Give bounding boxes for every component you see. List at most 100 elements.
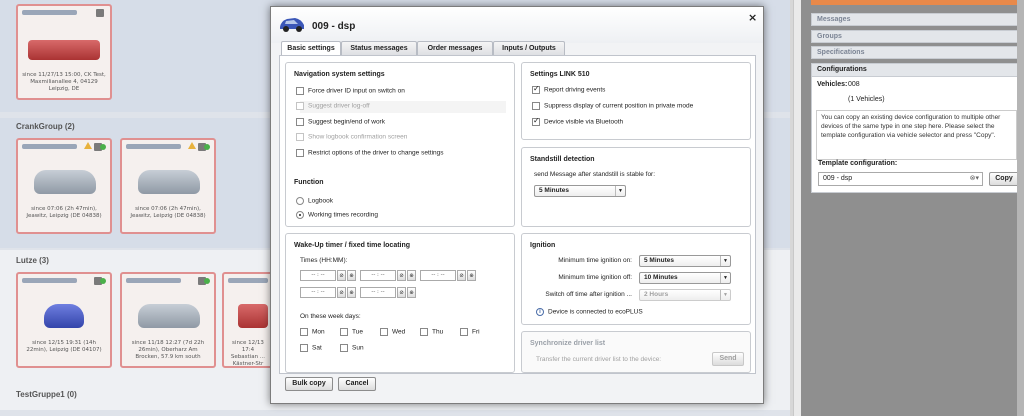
tab-status-messages[interactable]: Status messages: [341, 41, 417, 55]
vehicle-card[interactable]: since 12/13 17:4 Sebastian ... Kästner-S…: [222, 272, 274, 368]
day-option-thu[interactable]: Thu: [420, 328, 443, 336]
time-slot[interactable]: -- : -- ⊘ ⊕: [420, 270, 476, 281]
vehicles-count: (1 Vehicles): [848, 96, 885, 103]
logbook-radio[interactable]: [296, 197, 304, 205]
option-label: Suggest driver log-off: [308, 102, 370, 110]
day-option-sun[interactable]: Sun: [340, 344, 364, 352]
day-label: Sun: [352, 344, 364, 352]
vehicle-card[interactable]: since 07:06 (2h 47min), Jeawitz, Leipzig…: [16, 138, 112, 234]
clear-time-icon[interactable]: ⊘: [457, 270, 466, 281]
day-option-fri[interactable]: Fri: [460, 328, 480, 336]
clear-time-icon[interactable]: ⊘: [337, 270, 346, 281]
workspace-scrollbar[interactable]: [793, 0, 801, 416]
vehicle-status-text: since 12/13 17:4 Sebastian ... Kästner-S…: [230, 340, 266, 367]
day-option-sat[interactable]: Sat: [300, 344, 322, 352]
link-settings-title: Settings LINK 510: [530, 71, 590, 78]
switch-off-label: Switch off time after ignition ...: [545, 291, 632, 298]
accordion-groups[interactable]: Groups: [811, 30, 1021, 43]
day-checkbox[interactable]: [420, 328, 428, 336]
add-time-icon[interactable]: ⊕: [407, 270, 416, 281]
day-option-tue[interactable]: Tue: [340, 328, 363, 336]
time-input[interactable]: -- : --: [300, 287, 336, 298]
warning-icon: [84, 142, 92, 149]
function-working-times-option[interactable]: Working times recording: [296, 211, 378, 219]
sidebar-scrollbar[interactable]: [1017, 0, 1024, 416]
chevron-down-icon: ▼: [720, 290, 730, 300]
day-checkbox[interactable]: [300, 344, 308, 352]
sync-driver-list-panel: Synchronize driver list Transfer the cur…: [521, 331, 751, 373]
time-input[interactable]: -- : --: [360, 287, 396, 298]
report-driving-events-option[interactable]: Report driving events: [532, 84, 605, 94]
vehicle-name-bar: [22, 10, 77, 15]
bluetooth-visible-checkbox[interactable]: [532, 116, 540, 126]
truck-icon: [238, 304, 268, 328]
time-input[interactable]: -- : --: [420, 270, 456, 281]
vehicle-status-text: since 11/18 12:27 (7d 22h 26min), Oberha…: [131, 340, 205, 360]
vehicle-card[interactable]: since 11/18 12:27 (7d 22h 26min), Oberha…: [120, 272, 216, 368]
suppress-position-option[interactable]: Suppress display of current position in …: [532, 102, 693, 110]
restrict-driver-option[interactable]: Restrict options of the driver to change…: [296, 149, 444, 157]
group-label[interactable]: TestGruppe1 (0): [16, 390, 77, 399]
day-checkbox[interactable]: [340, 344, 348, 352]
clear-time-icon[interactable]: ⊘: [397, 287, 406, 298]
vehicle-card[interactable]: since 12/15 19:31 (14h 22min), Leipzig (…: [16, 272, 112, 368]
close-icon[interactable]: ×: [748, 11, 757, 24]
status-dot: [100, 278, 106, 284]
time-slot[interactable]: -- : -- ⊘ ⊕: [360, 270, 416, 281]
restrict-driver-checkbox[interactable]: [296, 149, 304, 157]
time-slot[interactable]: -- : -- ⊘ ⊕: [360, 287, 416, 298]
add-time-icon[interactable]: ⊕: [347, 287, 356, 298]
option-label: Device visible via Bluetooth: [544, 118, 624, 126]
chevron-down-icon: ▼: [615, 186, 625, 196]
cancel-button[interactable]: Cancel: [338, 377, 376, 391]
function-logbook-option[interactable]: Logbook: [296, 197, 333, 205]
force-driver-id-option[interactable]: Force driver ID input on switch on: [296, 87, 405, 95]
day-label: Fri: [472, 328, 480, 336]
tab-basic-settings[interactable]: Basic settings: [281, 41, 341, 56]
ignition-on-select[interactable]: 5 Minutes ▼: [639, 255, 731, 267]
car-icon: [280, 18, 304, 32]
group-label[interactable]: CrankGroup (2): [16, 122, 75, 131]
standstill-select[interactable]: 5 Minutes ▼: [534, 185, 626, 197]
suggest-log-off-checkbox: [296, 102, 304, 110]
group-label[interactable]: Lutze (3): [16, 256, 49, 265]
car-icon: [138, 170, 200, 194]
parking-icon: [96, 9, 104, 17]
bluetooth-visible-option[interactable]: Device visible via Bluetooth: [532, 116, 624, 126]
add-time-icon[interactable]: ⊕: [347, 270, 356, 281]
time-input[interactable]: -- : --: [300, 270, 336, 281]
tab-inputs-outputs[interactable]: Inputs / Outputs: [493, 41, 565, 55]
vehicles-label: Vehicles:: [817, 81, 848, 88]
add-time-icon[interactable]: ⊕: [407, 287, 416, 298]
force-driver-id-checkbox[interactable]: [296, 87, 304, 95]
bulk-copy-button[interactable]: Bulk copy: [285, 377, 333, 391]
working-times-radio[interactable]: [296, 211, 304, 219]
configurations-header[interactable]: Configurations: [812, 64, 1020, 77]
suggest-begin-end-checkbox[interactable]: [296, 118, 304, 126]
clear-time-icon[interactable]: ⊘: [397, 270, 406, 281]
tab-order-messages[interactable]: Order messages: [417, 41, 493, 55]
clear-time-icon[interactable]: ⊘: [337, 287, 346, 298]
copy-button[interactable]: Copy: [989, 172, 1019, 186]
day-checkbox[interactable]: [380, 328, 388, 336]
day-checkbox[interactable]: [340, 328, 348, 336]
logbook-confirmation-option: Show logbook confirmation screen: [296, 133, 407, 141]
day-checkbox[interactable]: [460, 328, 468, 336]
day-option-wed[interactable]: Wed: [380, 328, 405, 336]
time-slot[interactable]: -- : -- ⊘ ⊕: [300, 270, 356, 281]
vehicle-card[interactable]: since 11/27/13 15:00, CK Test, Maxmilian…: [16, 4, 112, 100]
suggest-begin-end-option[interactable]: Suggest begin/end of work: [296, 118, 385, 126]
car-icon: [34, 170, 96, 194]
accordion-messages[interactable]: Messages: [811, 13, 1021, 26]
template-config-select[interactable]: 009 - dsp ⊗▾: [818, 172, 983, 186]
time-slot[interactable]: -- : -- ⊘ ⊕: [300, 287, 356, 298]
accordion-specifications[interactable]: Specifications: [811, 46, 1021, 59]
time-input[interactable]: -- : --: [360, 270, 396, 281]
vehicle-card[interactable]: since 07:06 (2h 47min), Jeawitz, Leipzig…: [120, 138, 216, 234]
report-driving-events-checkbox[interactable]: [532, 84, 540, 94]
add-time-icon[interactable]: ⊕: [467, 270, 476, 281]
suppress-position-checkbox[interactable]: [532, 102, 540, 110]
ignition-off-select[interactable]: 10 Minutes ▼: [639, 272, 731, 284]
day-option-mon[interactable]: Mon: [300, 328, 325, 336]
day-checkbox[interactable]: [300, 328, 308, 336]
